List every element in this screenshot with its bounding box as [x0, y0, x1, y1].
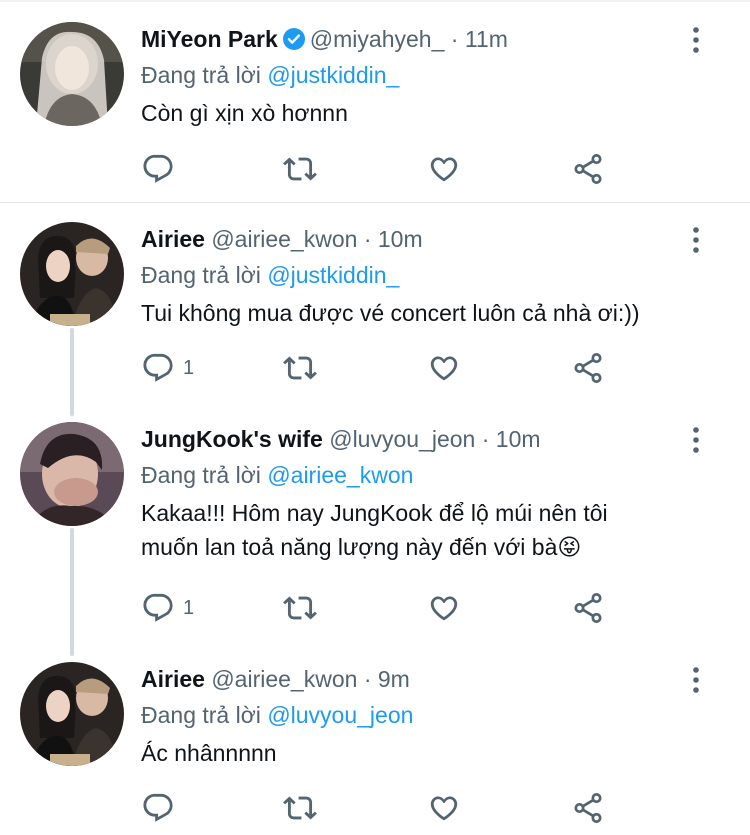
reply-count: 1 — [183, 596, 195, 619]
share-icon — [571, 791, 605, 825]
thread-line — [70, 328, 74, 416]
like-icon — [427, 791, 461, 825]
timestamp[interactable]: 11m — [465, 26, 508, 52]
tweet-divider — [0, 202, 750, 203]
tweet-actions — [141, 791, 741, 825]
display-name[interactable]: Airiee — [141, 226, 205, 252]
replying-to: Đang trả lời @justkiddin_ — [141, 60, 399, 90]
display-name[interactable]: MiYeon Park — [141, 26, 278, 52]
avatar[interactable] — [20, 422, 124, 526]
timestamp[interactable]: 9m — [378, 666, 410, 692]
more-options-icon[interactable] — [684, 226, 708, 254]
replying-to: Đang trả lời @airiee_kwon — [141, 460, 413, 490]
reply-count: 1 — [183, 356, 195, 379]
more-options-icon[interactable] — [684, 426, 708, 454]
replying-to: Đang trả lời @luvyou_jeon — [141, 700, 413, 730]
thread-line — [70, 528, 74, 656]
share-button[interactable] — [571, 152, 605, 186]
retweet-button[interactable] — [283, 152, 317, 186]
share-icon — [571, 591, 605, 625]
avatar[interactable] — [20, 662, 124, 766]
tweet-text: Kakaa!!! Hôm nay JungKook để lộ múi nên … — [141, 496, 731, 564]
avatar[interactable] — [20, 22, 124, 126]
like-icon — [427, 351, 461, 385]
tweet-actions — [141, 152, 741, 186]
separator-dot: · — [481, 426, 490, 452]
avatar-image — [20, 22, 124, 126]
share-button[interactable] — [571, 351, 605, 385]
handle[interactable]: @luvyou_jeon — [329, 426, 475, 452]
like-icon — [427, 591, 461, 625]
top-separator — [0, 0, 750, 2]
tweet-text: Tui không mua được vé concert luôn cả nh… — [141, 300, 640, 326]
share-button[interactable] — [571, 791, 605, 825]
avatar[interactable] — [20, 222, 124, 326]
share-icon — [571, 351, 605, 385]
avatar-image — [20, 222, 124, 326]
reply-button[interactable] — [141, 152, 183, 186]
replying-to: Đang trả lời @justkiddin_ — [141, 260, 399, 290]
reply-button[interactable] — [141, 791, 183, 825]
tweet-text-line: Kakaa!!! Hôm nay JungKook để lộ múi nên … — [141, 500, 608, 526]
tweet-text: Ác nhânnnnn — [141, 740, 277, 766]
share-button[interactable] — [571, 591, 605, 625]
retweet-icon — [283, 351, 317, 385]
tweet-header: JungKook's wife @luvyou_jeon · 10m — [141, 424, 541, 454]
retweet-icon — [283, 591, 317, 625]
replying-to-label: Đang trả lời — [141, 702, 261, 728]
handle[interactable]: @miyahyeh_ — [310, 26, 445, 52]
timestamp[interactable]: 10m — [496, 426, 541, 452]
replying-to-user[interactable]: @justkiddin_ — [267, 62, 399, 88]
retweet-button[interactable] — [283, 591, 317, 625]
more-options-icon[interactable] — [684, 26, 708, 54]
replying-to-user[interactable]: @airiee_kwon — [267, 462, 413, 488]
retweet-button[interactable] — [283, 791, 317, 825]
more-options-icon[interactable] — [684, 666, 708, 694]
display-name[interactable]: JungKook's wife — [141, 426, 323, 452]
display-name[interactable]: Airiee — [141, 666, 205, 692]
retweet-icon — [283, 152, 317, 186]
replying-to-user[interactable]: @luvyou_jeon — [267, 702, 413, 728]
avatar-image — [20, 422, 124, 526]
retweet-icon — [283, 791, 317, 825]
reply-button[interactable]: 1 — [141, 351, 194, 385]
like-button[interactable] — [427, 152, 461, 186]
timestamp[interactable]: 10m — [378, 226, 423, 252]
separator-dot: · — [450, 26, 459, 52]
reply-icon — [141, 591, 175, 625]
separator-dot: · — [363, 666, 372, 692]
tweet-text: Còn gì xịn xò hơnnn — [141, 100, 348, 126]
replying-to-user[interactable]: @justkiddin_ — [267, 262, 399, 288]
handle[interactable]: @airiee_kwon — [211, 226, 357, 252]
like-button[interactable] — [427, 791, 461, 825]
separator-dot: · — [363, 226, 372, 252]
like-icon — [427, 152, 461, 186]
replying-to-label: Đang trả lời — [141, 262, 261, 288]
like-button[interactable] — [427, 591, 461, 625]
replying-to-label: Đang trả lời — [141, 62, 261, 88]
verified-badge-icon — [282, 28, 305, 50]
reply-icon — [141, 791, 175, 825]
tweet-header: Airiee @airiee_kwon · 10m — [141, 224, 423, 254]
reply-button[interactable]: 1 — [141, 591, 194, 625]
like-button[interactable] — [427, 351, 461, 385]
reply-icon — [141, 351, 175, 385]
share-icon — [571, 152, 605, 186]
tweet-actions: 1 — [141, 591, 741, 625]
reply-icon — [141, 152, 175, 186]
tweet-actions: 1 — [141, 351, 741, 385]
tweet-header: MiYeon Park @miyahyeh_ · 11m — [141, 24, 508, 54]
replying-to-label: Đang trả lời — [141, 462, 261, 488]
avatar-image — [20, 662, 124, 766]
retweet-button[interactable] — [283, 351, 317, 385]
tweet-header: Airiee @airiee_kwon · 9m — [141, 664, 410, 694]
handle[interactable]: @airiee_kwon — [211, 666, 357, 692]
tweet-text-line: muốn lan toả năng lượng này đến với bà😝 — [141, 534, 582, 560]
